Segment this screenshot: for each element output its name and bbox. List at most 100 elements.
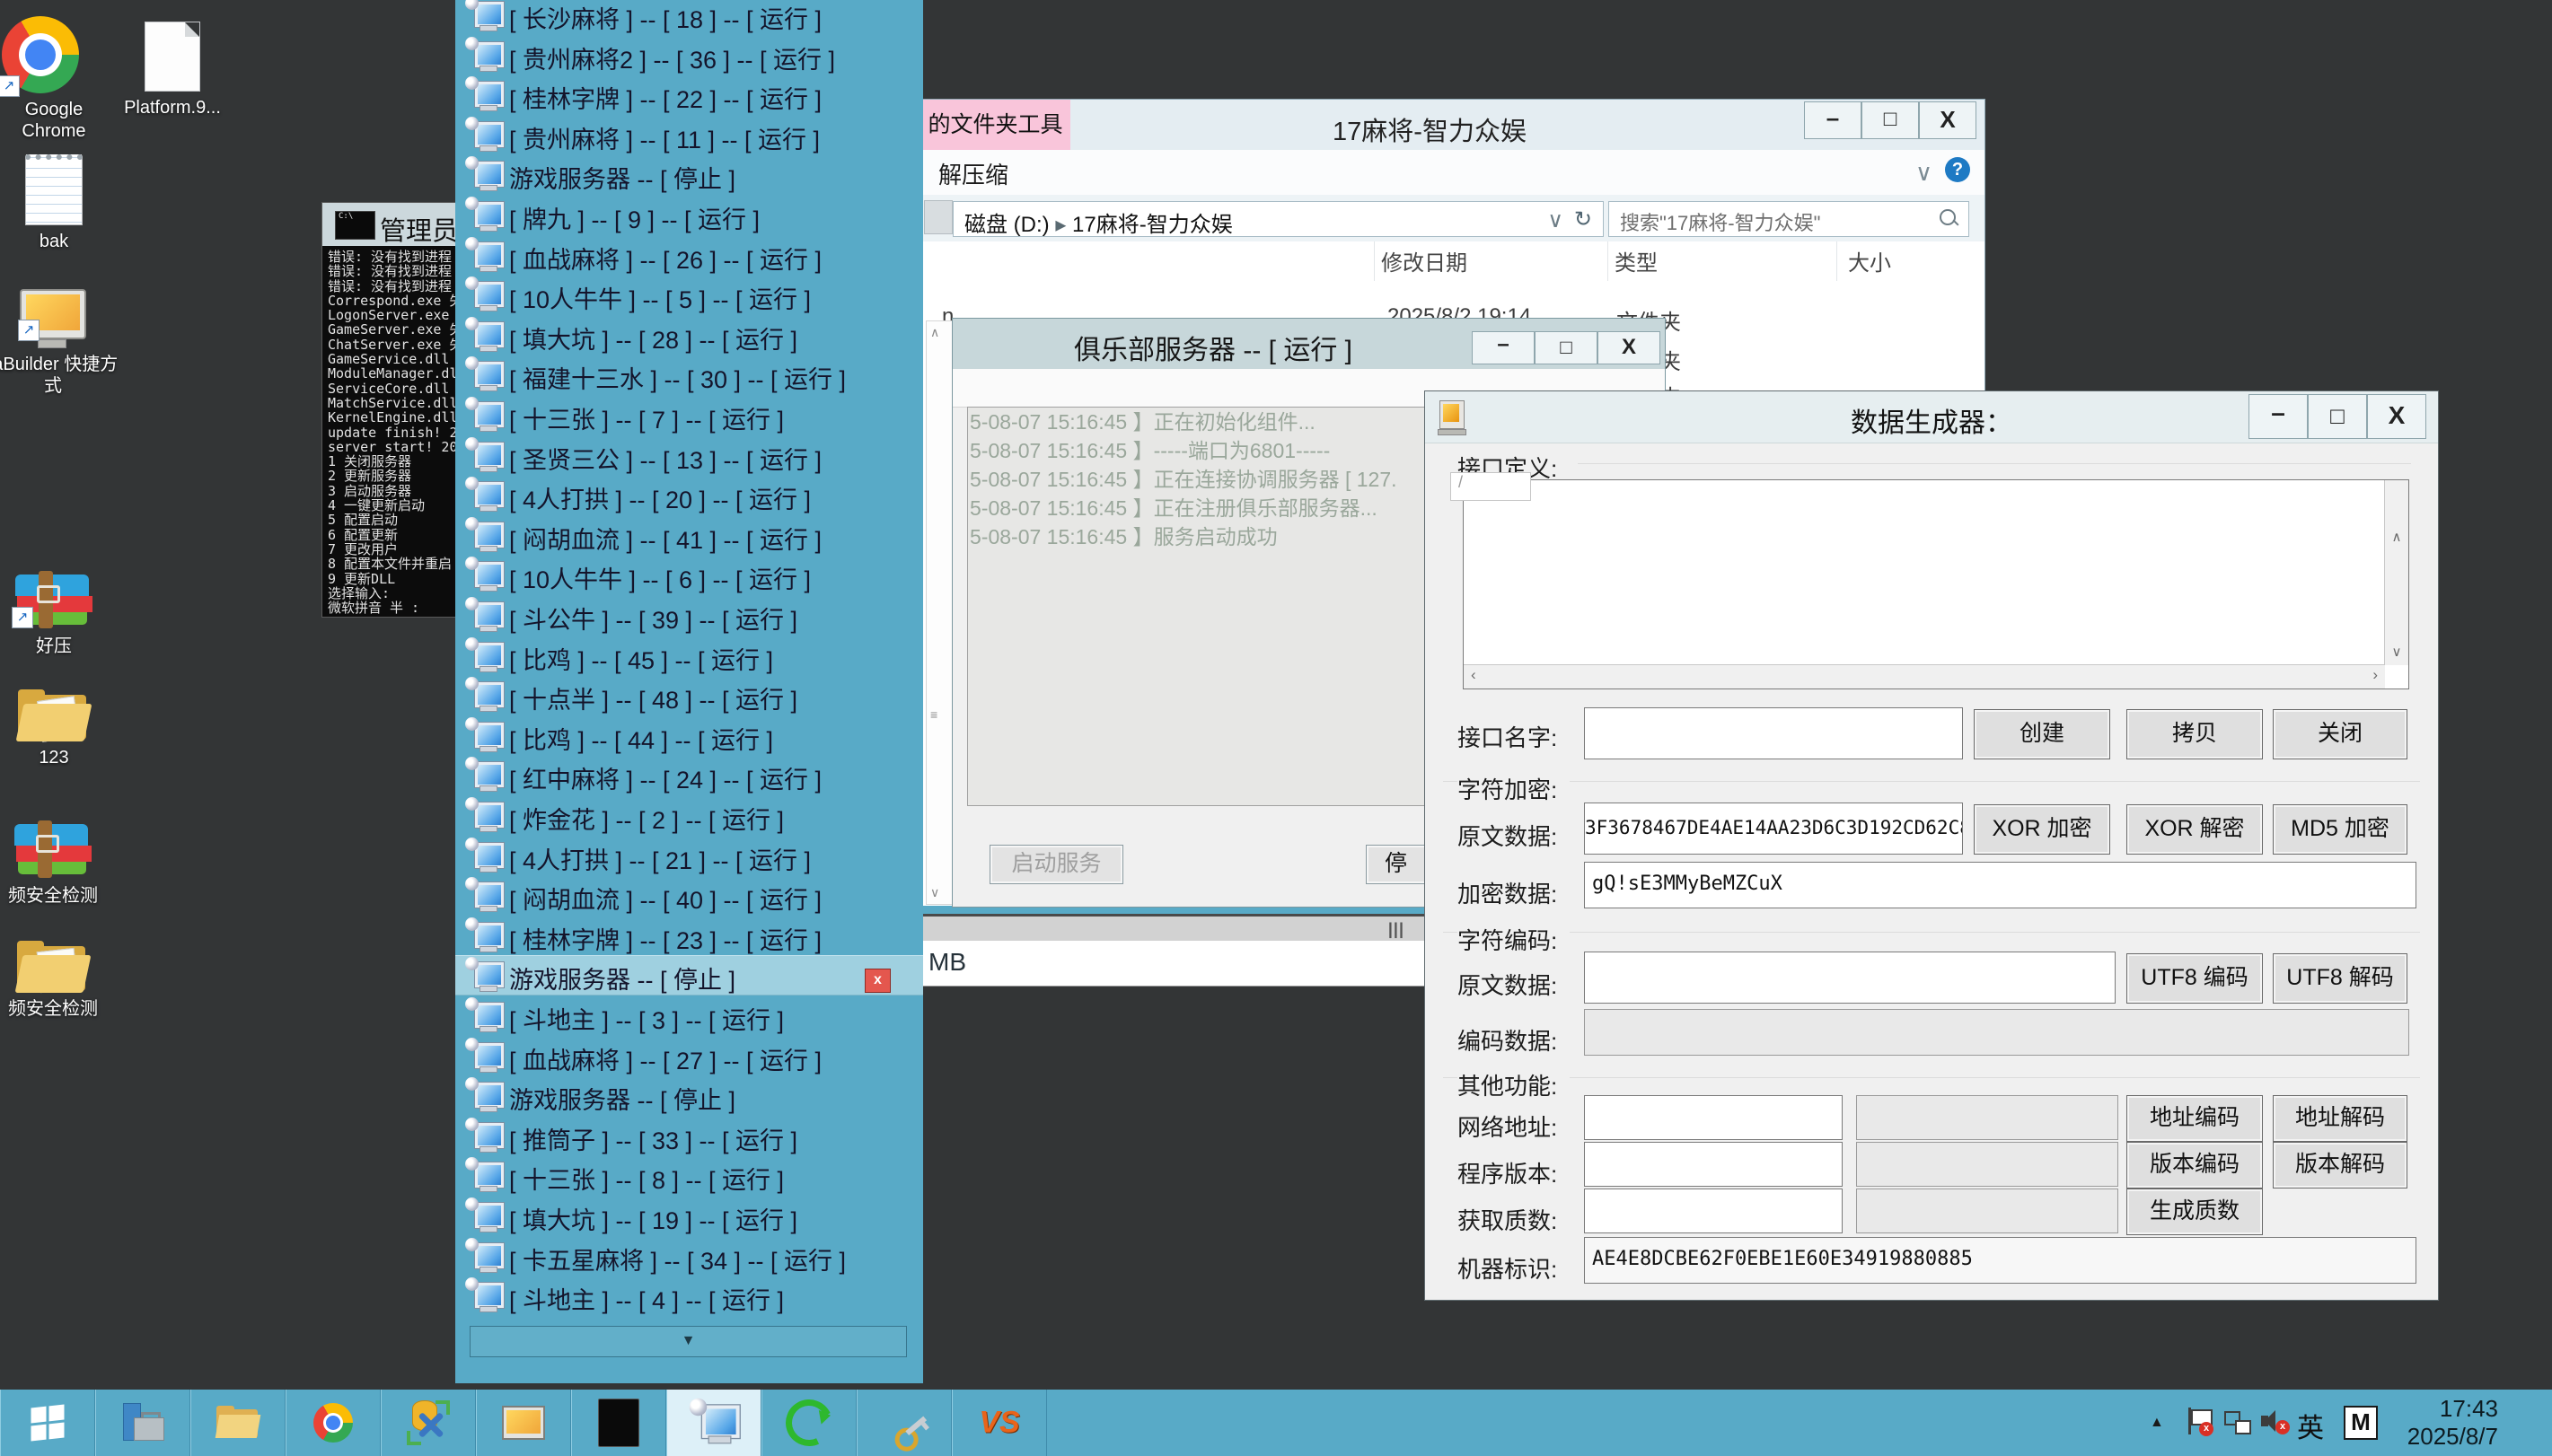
ime-language-indicator[interactable]: 英 [2297,1406,2324,1456]
desktop-icon-security-archive[interactable]: 频安全检测 [0,824,120,907]
start-button[interactable] [0,1390,95,1456]
server-list-item[interactable]: [ 长沙麻将 ] -- [ 18 ] -- [ 运行 ] [455,0,923,35]
desktop-icon-bak[interactable]: bak [0,154,108,252]
version-result[interactable] [1856,1142,2118,1187]
close-button[interactable]: X [2367,394,2426,439]
nav-button-stub[interactable] [924,200,953,234]
maximize-button[interactable]: □ [1861,101,1919,139]
refresh-icon[interactable]: ↻ [1574,206,1592,232]
server-list-item[interactable]: [ 炸金花 ] -- [ 2 ] -- [ 运行 ] [455,795,923,836]
server-list-item[interactable]: [ 贵州麻将2 ] -- [ 36 ] -- [ 运行 ] [455,35,923,75]
tray-expand-icon[interactable]: ▲ [2150,1415,2164,1431]
server-list-item[interactable]: [ 贵州麻将 ] -- [ 11 ] -- [ 运行 ] [455,115,923,155]
vertical-scrollbar[interactable]: ∧ ∨ [2384,480,2408,665]
taskbar-cmd[interactable] [571,1390,666,1456]
machine-id-field[interactable]: AE4E8DCBE62F0EBE1E60E34919880885 [1584,1237,2416,1284]
taskbar-clock[interactable]: 17:43 2025/8/7 [2407,1395,2498,1451]
close-item-button[interactable]: x [865,969,891,993]
desktop-icon-databuilder[interactable]: ↗ taBuilder 快捷方式 [0,289,120,397]
server-list-item[interactable]: [ 牌九 ] -- [ 9 ] -- [ 运行 ] [455,195,923,235]
close-button[interactable]: X [1597,331,1660,364]
search-box[interactable]: 搜索"17麻将-智力众娱" [1608,201,1969,237]
server-list-item[interactable]: [ 桂林字牌 ] -- [ 23 ] -- [ 运行 ] [455,916,923,956]
server-list-item[interactable]: [ 比鸡 ] -- [ 45 ] -- [ 运行 ] [455,636,923,676]
explorer-tool-tab[interactable]: 的文件夹工具 [920,100,1070,150]
maximize-button[interactable]: □ [2308,394,2367,439]
close-interface-button[interactable]: 关闭 [2273,709,2407,759]
address-bar[interactable]: 磁盘 (D:) ▸ 17麻将-智力众娱 ∨ ↻ [953,201,1604,237]
server-list-item[interactable]: 游戏服务器 -- [ 停止 ] [455,154,923,195]
generate-prime-button[interactable]: 生成质数 [2126,1188,2263,1235]
scroll-up-icon[interactable]: ∧ [930,325,940,340]
column-header-size[interactable]: 大小 [1848,245,1891,276]
server-list-item[interactable]: [ 填大坑 ] -- [ 19 ] -- [ 运行 ] [455,1196,923,1236]
breadcrumb-folder[interactable]: 17麻将-智力众娱 [1072,213,1233,237]
scroll-grip[interactable]: ≡ [930,707,938,722]
close-button[interactable]: X [1919,101,1976,139]
plain-data-input[interactable]: 3F3678467DE4AE14AA23D6C3D192CD62C8E [1584,803,1963,855]
net-address-input[interactable] [1584,1095,1843,1140]
address-encode-button[interactable]: 地址编码 [2126,1095,2263,1142]
nav-pane-scrollbar[interactable]: ∧ ≡ ∨ [926,320,953,905]
taskbar-key-tool[interactable] [857,1390,952,1456]
scroll-up-icon[interactable]: ∧ [2385,529,2408,545]
ime-mode-icon[interactable]: M [2344,1406,2378,1440]
server-list-item[interactable]: [ 10人牛牛 ] -- [ 5 ] -- [ 运行 ] [455,275,923,315]
server-list-item[interactable]: 游戏服务器 -- [ 停止 ] [455,1075,923,1116]
copy-button[interactable]: 拷贝 [2126,709,2263,759]
column-header-type[interactable]: 类型 [1615,245,1658,276]
explorer-title-bar[interactable]: 的文件夹工具 17麻将-智力众娱 – □ X [911,100,1984,150]
server-list-item[interactable]: [ 填大坑 ] -- [ 28 ] -- [ 运行 ] [455,315,923,355]
club-title-bar[interactable]: 俱乐部服务器 -- [ 运行 ] – □ X [953,319,1665,369]
taskbar-visual-studio[interactable]: VS [952,1390,1047,1456]
list-scroll-down-button[interactable]: ▼ [470,1326,907,1357]
version-encode-button[interactable]: 版本编码 [2126,1142,2263,1188]
server-list-item[interactable]: [ 桂林字牌 ] -- [ 22 ] -- [ 运行 ] [455,75,923,115]
ribbon-collapse-icon[interactable]: ∨ [1915,159,1932,187]
column-header-modified[interactable]: 修改日期 [1381,245,1467,276]
server-list-item[interactable]: [ 十三张 ] -- [ 8 ] -- [ 运行 ] [455,1155,923,1196]
desktop-icon-haozip[interactable]: ↗ 好压 [0,575,108,657]
encoded-data-field[interactable] [1584,1009,2409,1056]
taskbar-db-tool[interactable] [381,1390,476,1456]
server-list-item[interactable]: [ 圣贤三公 ] -- [ 13 ] -- [ 运行 ] [455,435,923,476]
taskbar-update-tool[interactable] [761,1390,857,1456]
utf8-decode-button[interactable]: UTF8 解码 [2273,953,2407,1004]
server-list-item[interactable]: [ 斗地主 ] -- [ 3 ] -- [ 运行 ] [455,996,923,1036]
xor-encrypt-button[interactable]: XOR 加密 [1974,804,2110,855]
encode-plain-input[interactable] [1584,952,2116,1004]
taskbar-data-builder[interactable] [476,1390,571,1456]
maximize-button[interactable]: □ [1535,331,1597,364]
server-list-item[interactable]: 游戏服务器 -- [ 停止 ]x [455,955,923,996]
version-input[interactable] [1584,1142,1843,1187]
scroll-left-icon[interactable]: ‹ [1471,666,1476,684]
taskbar-game-server-active[interactable] [666,1390,761,1456]
scroll-right-icon[interactable]: › [2372,666,2378,684]
taskbar-server-manager[interactable] [95,1390,190,1456]
minimize-button[interactable]: – [2248,394,2308,439]
create-button[interactable]: 创建 [1974,709,2110,759]
server-list-item[interactable]: [ 比鸡 ] -- [ 44 ] -- [ 运行 ] [455,715,923,756]
scroll-down-icon[interactable]: ∨ [2385,644,2408,660]
xor-decrypt-button[interactable]: XOR 解密 [2126,804,2263,855]
address-dropdown-icon[interactable]: ∨ [1547,207,1563,233]
breadcrumb[interactable]: 磁盘 (D:) ▸ 17麻将-智力众娱 [964,206,1233,238]
server-list-item[interactable]: [ 血战麻将 ] -- [ 27 ] -- [ 运行 ] [455,1036,923,1076]
net-address-result[interactable] [1856,1095,2118,1140]
server-list-item[interactable]: [ 闷胡血流 ] -- [ 41 ] -- [ 运行 ] [455,515,923,556]
server-list-item[interactable]: [ 斗地主 ] -- [ 4 ] -- [ 运行 ] [455,1276,923,1316]
server-list-item[interactable]: [ 推筒子 ] -- [ 33 ] -- [ 运行 ] [455,1116,923,1156]
server-list-item[interactable]: [ 4人打拱 ] -- [ 20 ] -- [ 运行 ] [455,475,923,515]
taskbar-chrome[interactable] [286,1390,381,1456]
interface-name-input[interactable] [1584,707,1963,759]
md5-encrypt-button[interactable]: MD5 加密 [2273,804,2407,855]
server-list-item[interactable]: [ 福建十三水 ] -- [ 30 ] -- [ 运行 ] [455,355,923,395]
address-decode-button[interactable]: 地址解码 [2273,1095,2407,1142]
version-decode-button[interactable]: 版本解码 [2273,1142,2407,1188]
start-service-button[interactable]: 启动服务 [990,845,1123,884]
minimize-button[interactable]: – [1804,101,1861,139]
desktop-icon-google-chrome[interactable]: ↗ Google Chrome [0,16,108,142]
generator-title-bar[interactable]: 数据生成器： – □ X [1425,391,2438,443]
desktop-icon-platform[interactable]: Platform.9... [110,22,235,118]
network-icon[interactable] [2224,1409,2251,1456]
